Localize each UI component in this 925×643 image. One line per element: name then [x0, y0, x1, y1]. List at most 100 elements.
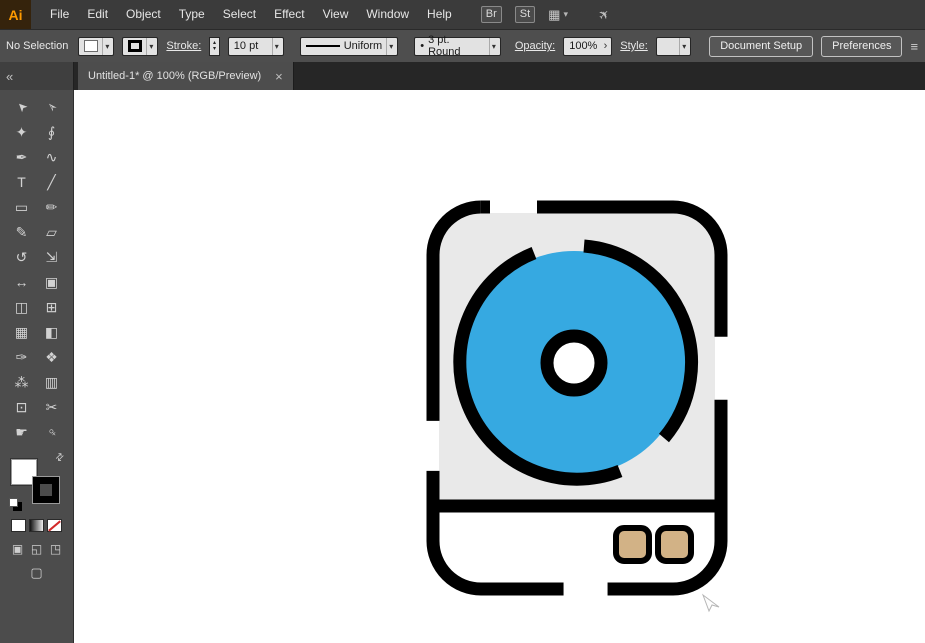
control-button-left[interactable]: [613, 525, 652, 564]
control-button-right[interactable]: [655, 525, 694, 564]
screen-mode-button[interactable]: ▢: [30, 565, 42, 581]
mesh-tool[interactable]: ▦: [8, 321, 36, 343]
control-bar: No Selection ▾ ▾ Stroke: ▴ ▾ 10 pt ▾ Uni…: [0, 29, 925, 62]
menu-effect[interactable]: Effect: [265, 0, 313, 29]
workspace: ➤ ➢ ✦ ∮ ✒ ∿ T ╱ ▭ ✏ ✎ ▱ ↺ ⇲ ↔ ▣ ◫ ⊞ ▦ ◧: [0, 90, 925, 643]
artwork-canvas[interactable]: [74, 90, 925, 643]
menu-view[interactable]: View: [314, 0, 358, 29]
zoom-tool[interactable]: ♀: [34, 414, 69, 449]
free-transform-tool[interactable]: ▣: [38, 271, 66, 293]
color-button[interactable]: [11, 519, 26, 532]
none-button[interactable]: [47, 519, 62, 532]
gradient-tool[interactable]: ◧: [38, 321, 66, 343]
opacity-select[interactable]: 100% ›: [563, 36, 613, 56]
chevron-down-icon: ▾: [386, 37, 395, 55]
direct-selection-tool[interactable]: ➢: [34, 89, 69, 124]
paintbrush-tool[interactable]: ✏: [38, 196, 66, 218]
panel-menu-icon[interactable]: ≡: [910, 39, 919, 54]
selection-status: No Selection: [6, 40, 69, 52]
stroke-weight-stepper[interactable]: ▴ ▾: [209, 36, 220, 56]
type-tool[interactable]: T: [8, 171, 36, 193]
eyedropper-tool[interactable]: ✑: [8, 346, 36, 368]
tab-close-icon[interactable]: ×: [275, 69, 283, 84]
opacity-panel-link[interactable]: Opacity:: [515, 40, 555, 52]
graphic-style-select[interactable]: ▾: [655, 36, 692, 56]
paint-style-row: [11, 519, 62, 532]
brush-dot-icon: •: [420, 40, 425, 52]
illustrator-window: Ai File Edit Object Type Select Effect V…: [0, 0, 925, 643]
gradient-button[interactable]: [29, 519, 44, 532]
eraser-tool[interactable]: ▱: [38, 221, 66, 243]
chevron-down-icon: ▾: [102, 37, 111, 55]
stroke-color-swatch[interactable]: [32, 477, 59, 503]
chevron-down-icon: ▾: [146, 37, 155, 55]
stroke-color-picker[interactable]: ▾: [122, 36, 159, 56]
stepper-down-icon[interactable]: ▾: [213, 46, 216, 52]
burner-center-cap[interactable]: [540, 329, 608, 397]
menu-help[interactable]: Help: [418, 0, 461, 29]
app-bar-actions: Br St ▦ ▾ ✈: [480, 5, 613, 23]
fill-swatch: [84, 40, 99, 52]
stroke-panel-link[interactable]: Stroke:: [166, 40, 201, 52]
hand-tool[interactable]: ☛: [8, 421, 36, 443]
slice-tool[interactable]: ✂: [38, 396, 66, 418]
submenu-arrow-icon: ›: [603, 40, 608, 52]
stroke-weight-value: 10 pt: [233, 40, 259, 52]
chevron-down-icon: ▾: [679, 37, 688, 55]
gpu-performance-icon[interactable]: ✈: [595, 5, 614, 24]
curvature-tool[interactable]: ∿: [38, 146, 66, 168]
illustrator-logo-icon[interactable]: Ai: [0, 0, 31, 29]
selection-tool[interactable]: ➤: [4, 89, 39, 124]
menu-bar: Ai File Edit Object Type Select Effect V…: [0, 0, 925, 29]
shape-builder-tool[interactable]: ◫: [8, 296, 36, 318]
menu-edit[interactable]: Edit: [78, 0, 117, 29]
tools-grid: ➤ ➢ ✦ ∮ ✒ ∿ T ╱ ▭ ✏ ✎ ▱ ↺ ⇲ ↔ ▣ ◫ ⊞ ▦ ◧: [7, 96, 67, 443]
menu-object[interactable]: Object: [117, 0, 170, 29]
width-tool[interactable]: ↔: [8, 271, 36, 293]
menu-type[interactable]: Type: [170, 0, 214, 29]
menu-select[interactable]: Select: [214, 0, 265, 29]
column-graph-tool[interactable]: ▥: [38, 371, 66, 393]
document-setup-button[interactable]: Document Setup: [709, 35, 814, 57]
style-panel-link[interactable]: Style:: [620, 40, 648, 52]
menu-window[interactable]: Window: [357, 0, 418, 29]
magic-wand-tool[interactable]: ✦: [8, 121, 36, 143]
stock-button[interactable]: St: [514, 6, 536, 23]
scale-tool[interactable]: ⇲: [38, 246, 66, 268]
default-fill-stroke-icon[interactable]: [8, 498, 18, 507]
workspace-switcher[interactable]: ▦ ▾: [548, 7, 568, 23]
stroke-weight-select[interactable]: 10 pt ▾: [227, 36, 284, 56]
draw-behind-button[interactable]: ◱: [29, 542, 44, 556]
menu-list: File Edit Object Type Select Effect View…: [41, 0, 461, 29]
draw-inside-button[interactable]: ◳: [48, 542, 63, 556]
symbol-sprayer-tool[interactable]: ⁂: [8, 371, 36, 393]
collapse-toolbar-button[interactable]: «: [6, 69, 13, 84]
workspace-grid-icon: ▦: [548, 6, 561, 22]
menu-file[interactable]: File: [41, 0, 78, 29]
draw-normal-button[interactable]: ▣: [10, 542, 25, 556]
stroke-swatch: [128, 40, 143, 52]
brush-value: 3 pt. Round: [428, 34, 461, 58]
bridge-button[interactable]: Br: [480, 6, 502, 23]
pencil-tool[interactable]: ✎: [8, 221, 36, 243]
canvas[interactable]: [74, 90, 925, 643]
blend-tool[interactable]: ❖: [38, 346, 66, 368]
line-segment-tool[interactable]: ╱: [38, 171, 66, 193]
lasso-tool[interactable]: ∮: [38, 121, 66, 143]
chevron-down-icon: ▾: [271, 37, 281, 55]
brush-select[interactable]: • 3 pt. Round ▾: [414, 34, 501, 58]
drawing-modes-row: ▣ ◱ ◳: [10, 542, 63, 556]
cursor-icon: [701, 593, 720, 613]
width-profile-value: Uniform: [343, 40, 383, 52]
rectangle-tool[interactable]: ▭: [8, 196, 36, 218]
width-profile-select[interactable]: Uniform ▾: [299, 36, 399, 56]
swap-fill-stroke-icon[interactable]: ⇄: [53, 451, 67, 465]
pen-tool[interactable]: ✒: [8, 146, 36, 168]
document-tab[interactable]: Untitled-1* @ 100% (RGB/Preview) ×: [78, 62, 294, 90]
fill-color-picker[interactable]: ▾: [78, 36, 115, 56]
tools-panel: ➤ ➢ ✦ ∮ ✒ ∿ T ╱ ▭ ✏ ✎ ▱ ↺ ⇲ ↔ ▣ ◫ ⊞ ▦ ◧: [0, 90, 74, 643]
preferences-button[interactable]: Preferences: [821, 35, 903, 57]
rotate-tool[interactable]: ↺: [8, 246, 36, 268]
perspective-grid-tool[interactable]: ⊞: [38, 296, 66, 318]
artboard-tool[interactable]: ⊡: [8, 396, 36, 418]
